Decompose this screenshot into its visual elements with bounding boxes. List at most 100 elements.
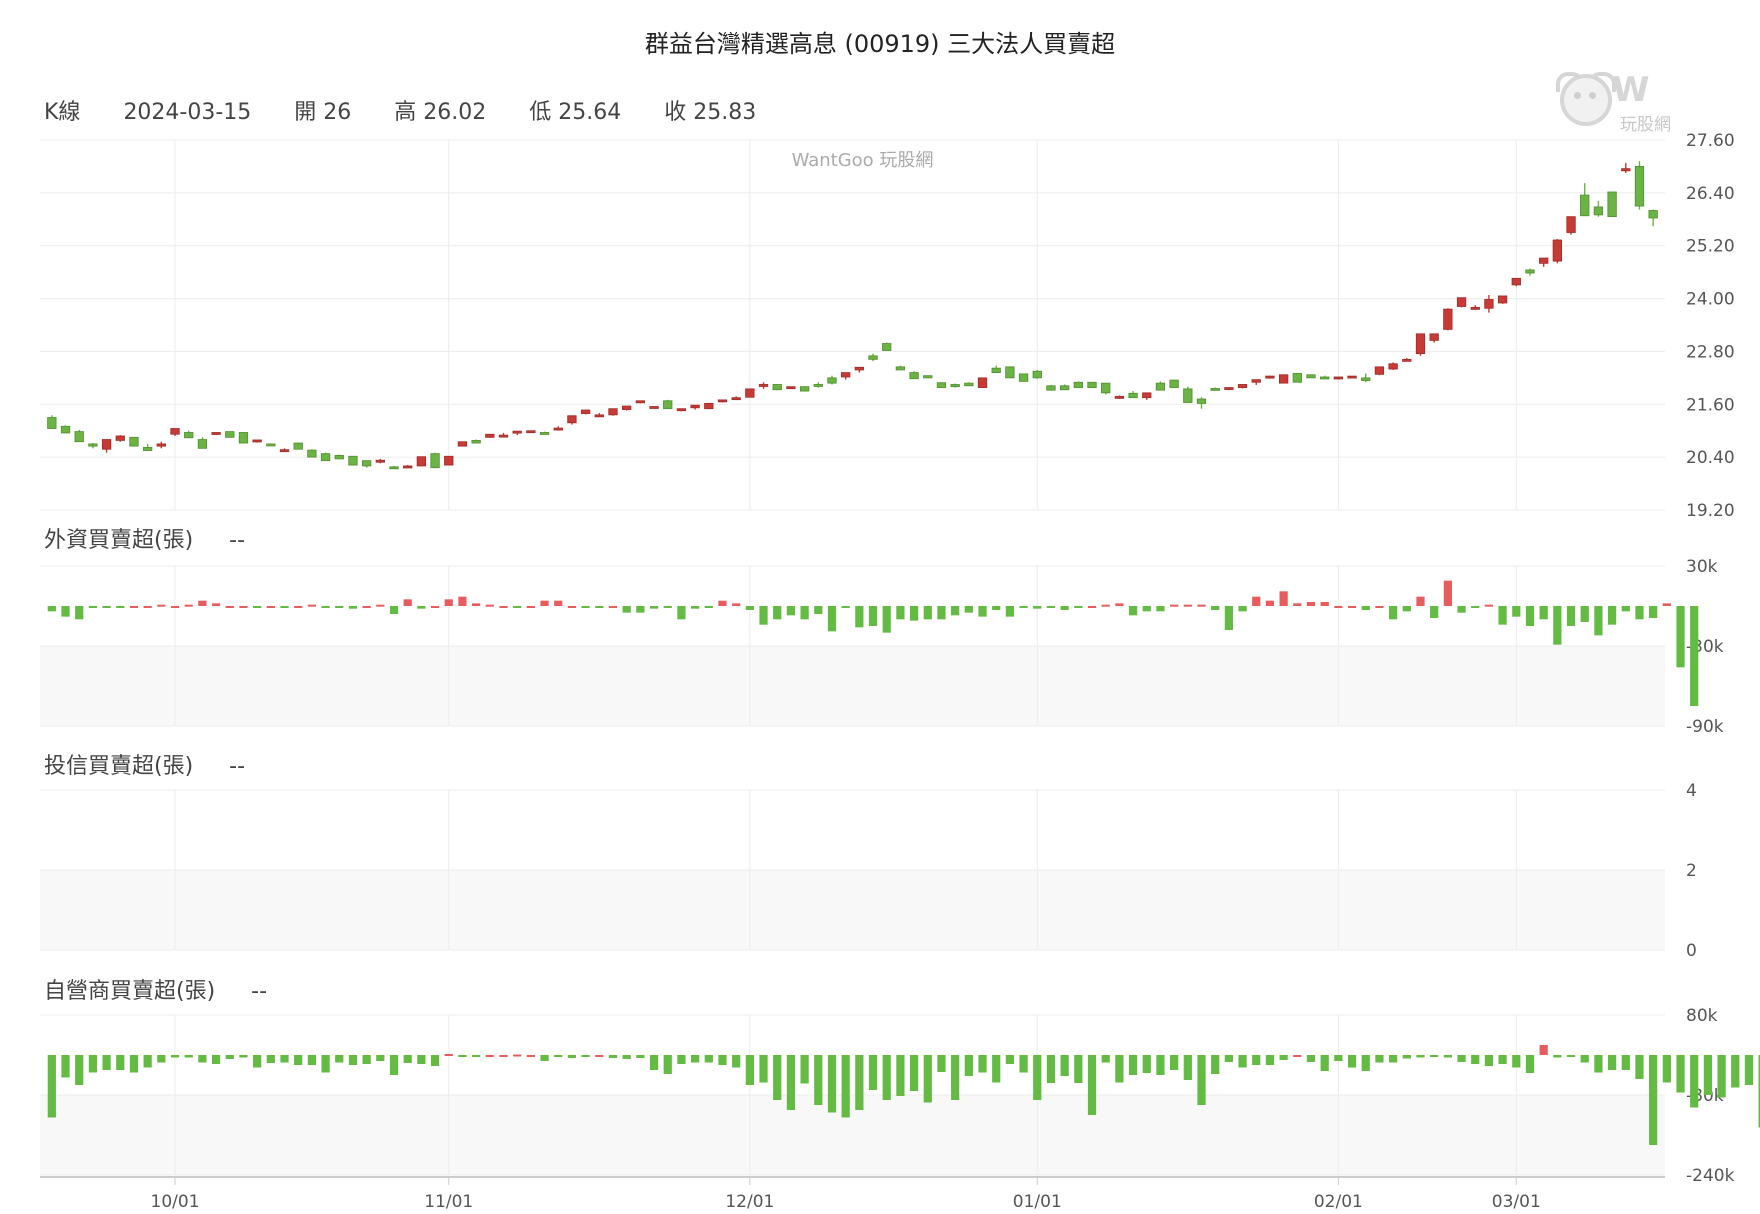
dealer-bar (1019, 1055, 1028, 1073)
foreign-bar (1156, 606, 1165, 612)
candle-body (1278, 374, 1289, 384)
dealer-bar (1361, 1055, 1370, 1071)
price-y-tick-label: 22.80 (1686, 342, 1735, 362)
foreign-bar (1142, 606, 1151, 612)
candle-body (1183, 388, 1193, 403)
foreign-bar (595, 606, 604, 608)
stock-chart[interactable]: WantGoo 玩股網 27.60 26.40 25.20 24.00 22.80 21.6… (0, 0, 1760, 1214)
candle-body (238, 432, 249, 444)
dealer-bar (348, 1055, 358, 1065)
candle-body (895, 366, 906, 371)
dealer-bar (937, 1055, 946, 1072)
dealer-bar (1046, 1055, 1056, 1083)
dealer-bar (951, 1055, 960, 1100)
candle-body (1237, 384, 1248, 388)
foreign-bar (266, 606, 275, 608)
dealer-bar (444, 1054, 453, 1056)
foreign-bar (1525, 606, 1535, 626)
dealer-bar (253, 1055, 262, 1068)
foreign-bar (1443, 580, 1452, 606)
candle-body (375, 459, 385, 463)
dealer-bar (1416, 1055, 1425, 1058)
dealer-bar (649, 1055, 659, 1070)
foreign-bar (1676, 606, 1685, 668)
candle-body (74, 431, 84, 443)
dealer-bar (1566, 1055, 1576, 1057)
dealer-bar (1375, 1055, 1384, 1063)
candle-body (156, 443, 166, 447)
dealer-bar (403, 1055, 412, 1063)
dealer-bar (1484, 1055, 1494, 1066)
foreign-bar (951, 606, 960, 616)
foreign-bar (855, 606, 864, 628)
candle-body (909, 372, 919, 380)
candle-body (580, 409, 591, 414)
foreign-bar (1019, 606, 1028, 608)
dealer-bar (1279, 1055, 1288, 1060)
candle-body (1593, 206, 1604, 216)
dealer-lower-band (40, 1095, 1665, 1175)
candle-body (129, 436, 139, 447)
dealer-bar (1676, 1055, 1685, 1093)
foreign-bar (362, 606, 371, 608)
dealer-bar (1060, 1055, 1069, 1076)
foreign-bar (1060, 606, 1069, 610)
foreign-y-tick-label: -90k (1686, 717, 1724, 737)
foreign-bar (1115, 603, 1124, 606)
foreign-bar (403, 599, 412, 606)
candle-body (608, 408, 618, 416)
foreign-bar (211, 603, 221, 606)
dealer-bar (554, 1055, 563, 1057)
foreign-bar (253, 606, 262, 608)
x-tick-label: 02/01 (1314, 1192, 1363, 1212)
dealer-bar (992, 1055, 1001, 1083)
foreign-bar (1649, 606, 1658, 618)
dealer-bar (211, 1055, 221, 1064)
foreign-bar (773, 606, 782, 620)
candle-body (184, 432, 194, 439)
candle-body (567, 415, 577, 424)
foreign-bar (540, 600, 549, 606)
foreign-bar (1197, 604, 1206, 607)
dealer-bar (1553, 1055, 1562, 1058)
candle-body (745, 388, 755, 398)
candle-body (361, 460, 372, 467)
foreign-bar (376, 604, 385, 607)
foreign-bar (499, 606, 508, 608)
candle-body (991, 367, 1001, 373)
candle-body (252, 439, 262, 443)
candle-body (1142, 392, 1152, 399)
dealer-bar (1690, 1055, 1699, 1108)
foreign-bar (1306, 602, 1316, 606)
candle-body (444, 455, 454, 466)
candle-body (841, 372, 851, 378)
candle-body (1169, 379, 1179, 388)
dealer-bar (759, 1055, 768, 1083)
foreign-bar (1279, 591, 1288, 606)
candle-body (1456, 297, 1467, 307)
candle-body (1484, 299, 1494, 309)
foreign-bar (143, 606, 152, 608)
dealer-bar (170, 1055, 180, 1058)
price-y-tick-label: 20.40 (1686, 448, 1735, 468)
foreign-bar (827, 606, 837, 632)
foreign-bar (704, 606, 713, 608)
candle-body (403, 465, 413, 469)
dealer-bar (1347, 1055, 1357, 1068)
foreign-bar (1539, 606, 1548, 620)
dealer-bar (1306, 1055, 1316, 1062)
candle-body (786, 386, 796, 390)
candle-body (1046, 385, 1056, 391)
dealer-bar (116, 1055, 125, 1070)
candle-body (690, 404, 700, 409)
candle-body (1210, 388, 1220, 391)
dealer-bar (321, 1055, 330, 1073)
foreign-bar (430, 606, 440, 608)
candle-body (594, 414, 604, 418)
candle-body (1607, 191, 1617, 218)
dealer-bar (1457, 1055, 1466, 1062)
dealer-bar (704, 1055, 713, 1063)
dealer-bar (923, 1055, 932, 1103)
foreign-bar (691, 606, 700, 609)
foreign-bar (198, 600, 207, 606)
